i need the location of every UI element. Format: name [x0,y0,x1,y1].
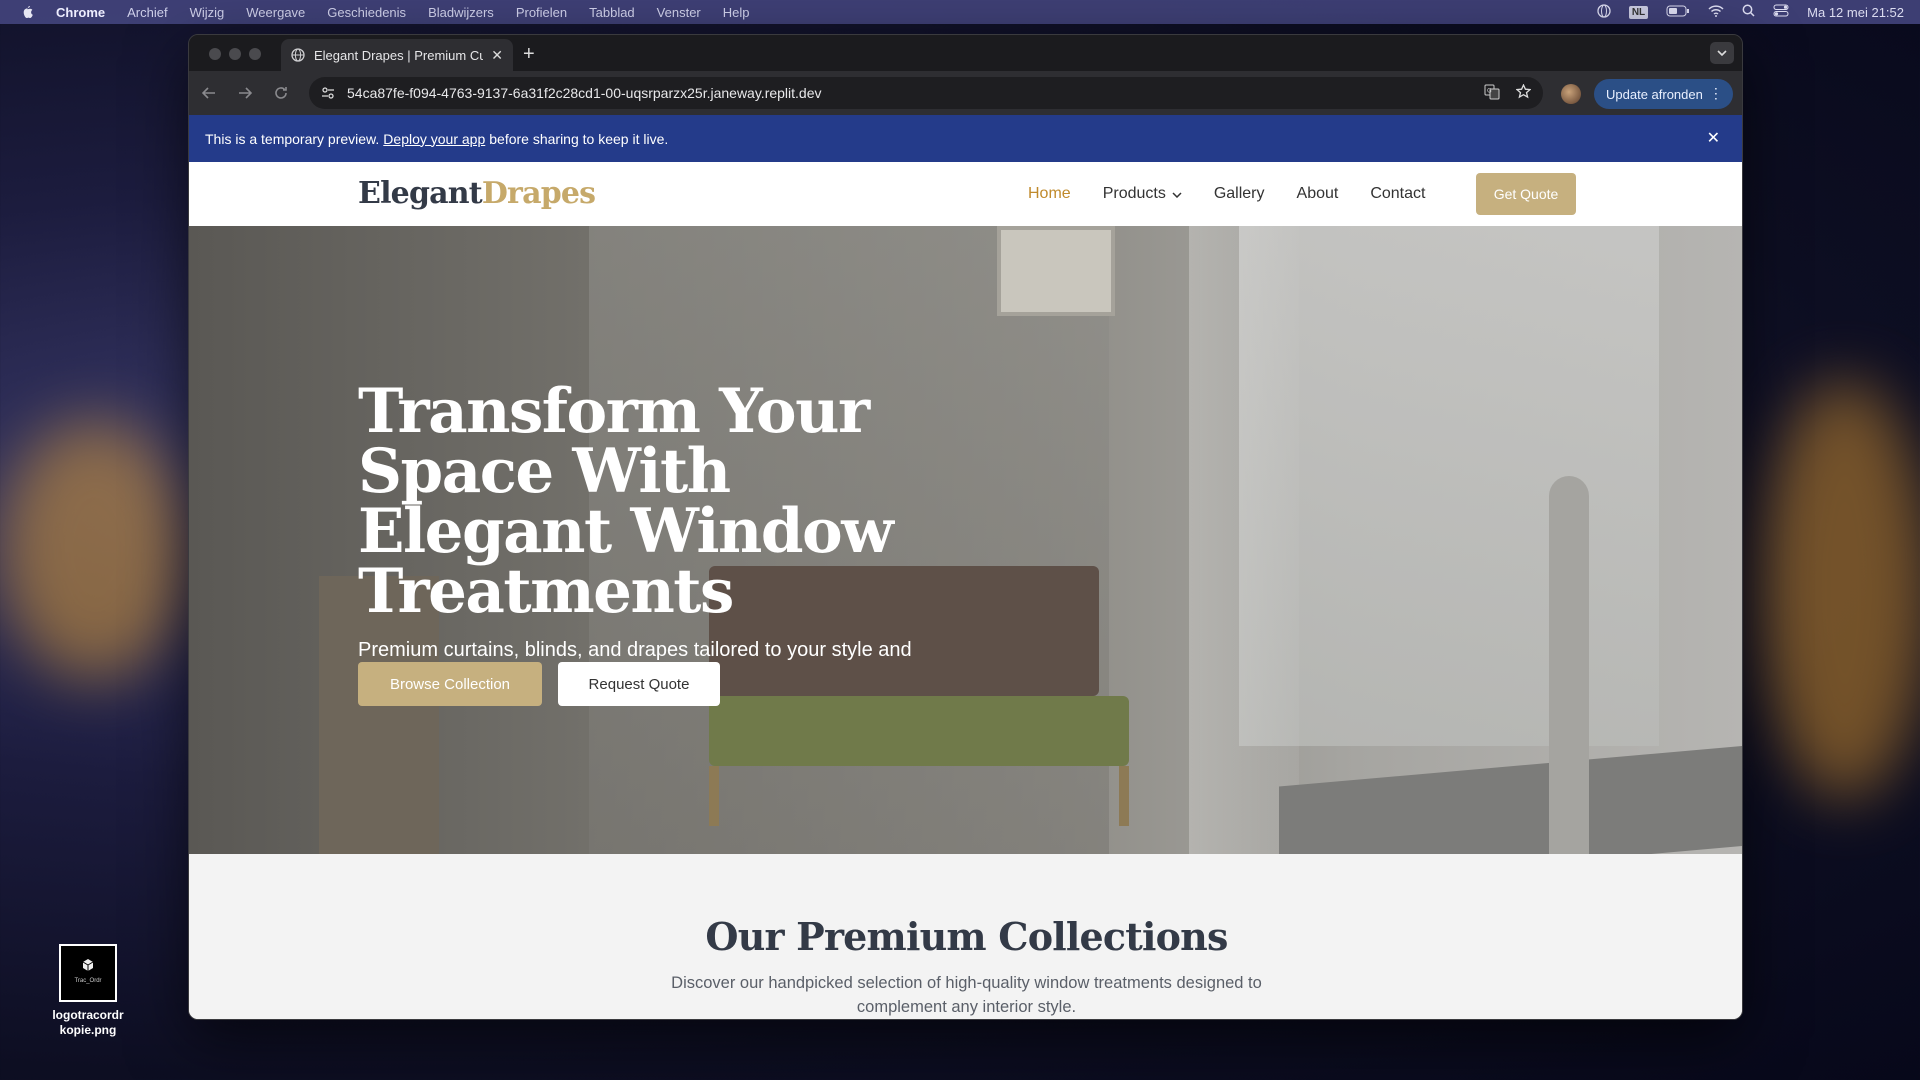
macos-menubar: Chrome Archief Wijzig Weergave Geschiede… [0,0,1920,24]
hero-title: Transform Your Space With Elegant Window… [358,376,894,627]
battery-icon[interactable] [1666,5,1690,20]
menu-archief[interactable]: Archief [127,5,167,20]
browse-collection-button[interactable]: Browse Collection [358,662,542,706]
page-viewport: This is a temporary preview. Deploy your… [189,115,1742,1019]
nav-products-label: Products [1102,185,1166,203]
menu-weergave[interactable]: Weergave [246,5,305,20]
hero-bg-window [1239,226,1659,746]
nav-products[interactable]: Products [1103,185,1182,203]
forward-arrow-icon [239,87,252,99]
collections-description: Discover our handpicked selection of hig… [671,974,1262,1016]
control-center-icon[interactable] [1773,4,1789,20]
banner-text-before: This is a temporary preview. [205,130,380,147]
desktop-wallpaper-glow [1760,380,1920,800]
minimize-window-button[interactable] [229,48,241,60]
back-arrow-icon [202,87,215,99]
menu-app-chrome[interactable]: Chrome [56,5,105,20]
update-label: Update afronden [1606,86,1703,102]
browser-tab-active[interactable]: Elegant Drapes | Premium Cu ✕ [281,39,513,71]
profile-avatar[interactable] [1561,84,1581,104]
input-language-badge[interactable]: NL [1628,5,1649,19]
menu-tabblad[interactable]: Tabblad [589,5,635,20]
chevron-down-icon [1717,50,1727,56]
hero-bg-bedpost [1549,476,1589,854]
logo-drapes: Drapes [481,176,596,211]
more-menu-icon[interactable]: ⋮ [1709,85,1723,102]
nav-about[interactable]: About [1297,185,1339,203]
preview-banner: This is a temporary preview. Deploy your… [189,115,1742,162]
hero-bg-sofa-legs [709,766,1129,826]
svg-text:G: G [1487,87,1492,94]
hero-bg-picture-frame [997,226,1115,316]
nav-gallery[interactable]: Gallery [1214,185,1265,203]
desktop-file-icon[interactable]: Trac_Ordr logotracordr kopie.png [46,944,130,1038]
browser-window: Elegant Drapes | Premium Cu ✕ + 54ca87fe… [188,34,1743,1020]
site-info-icon[interactable] [321,87,335,99]
translate-icon[interactable]: G [1484,84,1500,103]
tab-title: Elegant Drapes | Premium Cu [314,47,484,63]
menu-profielen[interactable]: Profielen [516,5,567,20]
get-quote-button[interactable]: Get Quote [1476,173,1576,215]
file-name-line1: logotracordr [52,1008,124,1022]
nav-contact[interactable]: Contact [1370,185,1425,203]
deploy-app-link[interactable]: Deploy your app [383,131,485,147]
cube-logo-icon [82,958,94,971]
menu-bladwijzers[interactable]: Bladwijzers [428,5,494,20]
main-nav: Home Products Gallery About Contact [1028,162,1425,226]
hero-buttons: Browse Collection Request Quote [358,662,720,706]
desktop-wallpaper-glow [0,420,190,680]
tab-search-button[interactable] [1710,42,1734,64]
tab-strip: Elegant Drapes | Premium Cu ✕ + [189,35,1742,71]
close-banner-icon[interactable]: ✕ [1707,128,1720,148]
menu-wijzig[interactable]: Wijzig [190,5,225,20]
vpn-globe-icon[interactable] [1597,3,1611,21]
globe-icon [291,48,305,62]
site-logo[interactable]: ElegantDrapes [358,176,596,211]
collections-title: Our Premium Collections [705,914,1228,959]
hero-bg-sofa-seat [709,696,1129,766]
site-header: ElegantDrapes Home Products Gallery Abou… [189,162,1742,226]
apple-logo-icon[interactable] [20,5,34,19]
wifi-icon[interactable] [1708,4,1724,20]
address-bar[interactable]: 54ca87fe-f094-4763-9137-6a31f2c28cd1-00-… [309,77,1543,109]
menu-help[interactable]: Help [723,5,750,20]
banner-text-after: before sharing to keep it live. [489,130,669,147]
bookmark-star-icon[interactable] [1515,83,1532,102]
spotlight-search-icon[interactable] [1742,4,1755,20]
menu-venster[interactable]: Venster [657,5,701,20]
thumbnail-text: Trac_Ordr [74,977,102,984]
browser-toolbar: 54ca87fe-f094-4763-9137-6a31f2c28cd1-00-… [189,71,1742,115]
hero-bg-curtain [1189,226,1299,854]
url-text[interactable]: 54ca87fe-f094-4763-9137-6a31f2c28cd1-00-… [347,85,1484,101]
zoom-window-button[interactable] [249,48,261,60]
reload-button[interactable] [265,77,297,109]
update-chrome-button[interactable]: Update afronden ⋮ [1594,79,1733,109]
forward-button[interactable] [229,77,261,109]
chevron-down-icon [1172,185,1182,203]
request-quote-button[interactable]: Request Quote [558,662,720,706]
logo-elegant: Elegant [358,176,483,211]
close-tab-icon[interactable]: ✕ [491,47,503,64]
menu-geschiedenis[interactable]: Geschiedenis [327,5,406,20]
collections-section: Our Premium Collections Discover our han… [189,854,1742,1019]
close-window-button[interactable] [209,48,221,60]
nav-home[interactable]: Home [1028,185,1071,203]
new-tab-button[interactable]: + [523,43,535,66]
reload-icon [275,87,287,99]
file-name-line2: kopie.png [59,1023,117,1037]
back-button[interactable] [193,77,225,109]
file-thumbnail: Trac_Ordr [59,944,117,1002]
hero-bg-bed [1279,745,1742,854]
hero-section: Transform Your Space With Elegant Window… [189,226,1742,854]
menubar-clock[interactable]: Ma 12 mei 21:52 [1807,5,1904,20]
hero-content: Transform Your Space With Elegant Window… [358,376,978,692]
window-controls [209,48,261,60]
